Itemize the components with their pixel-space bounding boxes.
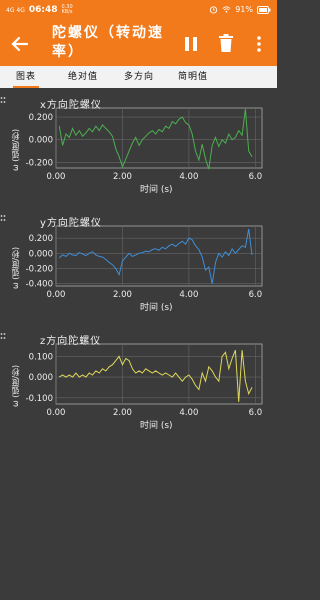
tab-simple[interactable]: 简明值 [178, 66, 208, 88]
more-options-icon[interactable] [254, 34, 264, 54]
y-axis-label: ω (弧度/秒) [11, 128, 20, 172]
y-tick-label: 0.100 [29, 352, 53, 362]
chart-plot: 0.00 2.00 4.00 6.0 0.200 0.000 -0.200 -0.400 [26, 225, 263, 300]
plot-area [55, 225, 263, 287]
x-axis-label: 时间 (s) [140, 421, 173, 431]
plot-area [55, 343, 263, 405]
y-tick-label: -0.200 [26, 158, 53, 168]
axis-menu-icon[interactable] [0, 96, 6, 108]
x-tick-label: 4.00 [179, 290, 198, 300]
y-axis-label: ω (弧度/秒) [11, 364, 20, 408]
x-axis-label: 时间 (s) [140, 303, 173, 313]
chart-plot: 0.00 2.00 4.00 6.0 0.200 0.000 -0.200 [26, 107, 263, 182]
y-tick-label: 0.000 [29, 136, 53, 146]
tab-multi-direction[interactable]: 多方向 [124, 66, 154, 88]
x-tick-label: 6.0 [249, 172, 263, 182]
chart-z-gyroscope: 0.00 2.00 4.00 6.0 0.100 0.000 -0.100 z方向陀螺仪 ω… [0, 332, 277, 444]
y-tick-label: 0.000 [29, 249, 53, 259]
pause-icon[interactable] [182, 34, 200, 54]
battery-level: 91% [235, 5, 253, 14]
app-bar: 陀螺仪（转动速率） [0, 22, 277, 66]
alarm-icon [210, 6, 218, 14]
x-tick-label: 6.0 [249, 408, 263, 418]
chart-plot: 0.00 2.00 4.00 6.0 0.100 0.000 -0.100 [26, 343, 263, 418]
tab-chart[interactable]: 图表 [12, 66, 40, 88]
chart-title: y方向陀螺仪 [40, 218, 102, 229]
clock: 06:48 [28, 5, 58, 15]
tab-absolute[interactable]: 绝对值 [68, 66, 98, 88]
x-tick-label: 0.00 [47, 290, 66, 300]
y-tick-label: -0.100 [26, 394, 53, 404]
y-tick-label: -0.400 [26, 280, 53, 290]
trash-icon[interactable] [218, 33, 234, 53]
battery-icon [257, 5, 271, 14]
x-tick-label: 6.0 [249, 290, 263, 300]
tab-bar: 图表 绝对值 多方向 简明值 [0, 66, 277, 88]
net-speed: 0.30 KB/s [61, 4, 73, 15]
x-axis-label: 时间 (s) [140, 185, 173, 195]
chart-title: z方向陀螺仪 [40, 336, 102, 347]
wifi-icon [222, 6, 231, 13]
y-tick-label: -0.200 [26, 265, 53, 275]
x-tick-label: 2.00 [113, 172, 132, 182]
x-tick-label: 0.00 [47, 408, 66, 418]
x-tick-label: 4.00 [179, 172, 198, 182]
axis-menu-icon[interactable] [0, 214, 6, 226]
chart-title: x方向陀螺仪 [40, 100, 102, 111]
page-title: 陀螺仪（转动速率） [52, 25, 164, 60]
back-arrow-icon[interactable] [10, 34, 30, 54]
y-axis-label: ω (弧度/秒) [11, 246, 20, 290]
y-tick-label: 0.200 [29, 113, 53, 123]
y-tick-label: 0.000 [29, 373, 53, 383]
y-tick-label: 0.200 [29, 234, 53, 244]
x-tick-label: 4.00 [179, 408, 198, 418]
status-bar: 4G 4G 06:48 0.30 KB/s 91% [0, 0, 277, 22]
x-tick-label: 2.00 [113, 290, 132, 300]
x-tick-label: 2.00 [113, 408, 132, 418]
axis-menu-icon[interactable] [0, 332, 6, 344]
chart-x-gyroscope: 0.00 2.00 4.00 6.0 0.200 0.000 -0.200 x方向陀螺仪 ω… [0, 96, 277, 208]
x-tick-label: 0.00 [47, 172, 66, 182]
signal-indicator: 4G 4G [6, 6, 25, 14]
chart-y-gyroscope: 0.00 2.00 4.00 6.0 0.200 0.000 -0.200 -0.400 y方… [0, 214, 277, 326]
